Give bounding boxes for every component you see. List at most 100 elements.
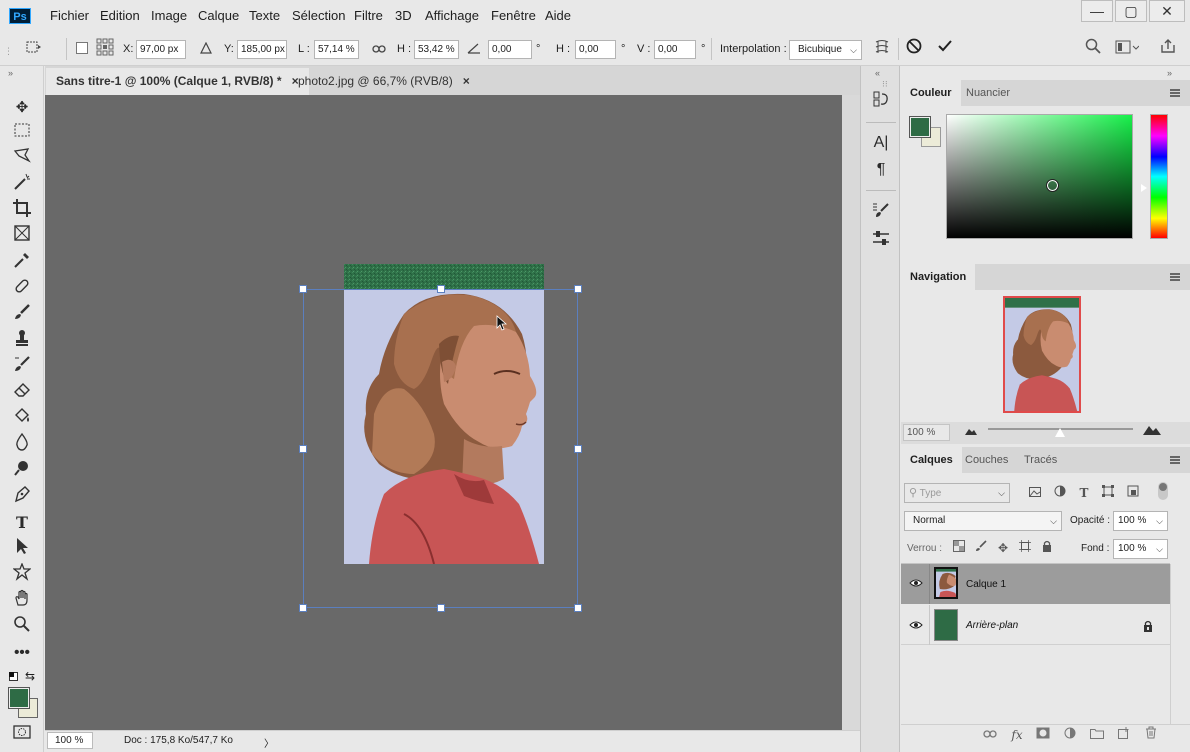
link-icon[interactable]: [368, 38, 390, 60]
paragraph-panel-icon[interactable]: ¶: [869, 158, 893, 182]
filter-smart-object-icon[interactable]: [1124, 484, 1142, 502]
vertical-skew-field[interactable]: 0,00: [654, 40, 696, 59]
link-layers-icon[interactable]: [981, 726, 999, 744]
layer-style-fx-icon[interactable]: fx: [1008, 726, 1026, 744]
menu-texte[interactable]: Texte: [242, 0, 287, 32]
transform-tool-icon[interactable]: [22, 38, 44, 60]
new-layer-icon[interactable]: [1115, 726, 1133, 744]
lock-all-icon[interactable]: [1038, 539, 1056, 557]
blur-tool-icon[interactable]: [8, 432, 36, 457]
filter-type-icon[interactable]: T: [1075, 484, 1093, 502]
y-position-field[interactable]: 185,00 px: [237, 40, 287, 59]
paint-bucket-tool-icon[interactable]: [8, 407, 36, 431]
menu-image[interactable]: Image: [144, 0, 194, 32]
slider-thumb-icon[interactable]: [1055, 428, 1065, 437]
cancel-transform-icon[interactable]: [903, 38, 925, 60]
warp-mode-icon[interactable]: [871, 38, 893, 60]
zoom-in-mountain-icon[interactable]: [1143, 425, 1161, 438]
menu-fichier[interactable]: Fichier: [43, 0, 96, 32]
pen-tool-icon[interactable]: [8, 485, 36, 509]
lock-artboard-icon[interactable]: [1016, 539, 1034, 557]
tab-nuancier[interactable]: Nuancier: [957, 80, 1019, 106]
type-tool-icon[interactable]: T: [8, 511, 36, 535]
interpolation-dropdown[interactable]: Bicubique ⌵: [789, 40, 862, 60]
transform-handle-bottom[interactable]: [437, 604, 445, 612]
filter-toggle-switch[interactable]: [1158, 482, 1168, 500]
lock-transparent-icon[interactable]: [950, 539, 968, 557]
panel-menu-icon[interactable]: [1170, 273, 1180, 281]
lasso-tool-icon[interactable]: [8, 147, 36, 171]
transform-handle-bottom-right[interactable]: [574, 604, 582, 612]
brush-tool-icon[interactable]: [8, 303, 36, 327]
workspace-icon[interactable]: [1112, 38, 1142, 60]
custom-shape-tool-icon[interactable]: [8, 562, 36, 587]
crop-tool-icon[interactable]: [8, 199, 36, 223]
healing-brush-tool-icon[interactable]: [8, 277, 36, 301]
hue-slider[interactable]: [1150, 114, 1168, 239]
menu-filtre[interactable]: Filtre: [347, 0, 390, 32]
transform-handle-bottom-left[interactable]: [299, 604, 307, 612]
zoom-out-mountain-icon[interactable]: [965, 426, 977, 438]
character-panel-icon[interactable]: A|: [869, 131, 893, 155]
trash-icon[interactable]: [1142, 726, 1160, 744]
reference-point-checkbox[interactable]: [76, 42, 88, 54]
dodge-tool-icon[interactable]: [8, 459, 36, 483]
width-percent-field[interactable]: 57,14 %: [314, 40, 359, 59]
layer-filter-dropdown[interactable]: ⚲ Type ⌵: [904, 483, 1010, 503]
filter-pixel-icon[interactable]: [1026, 484, 1044, 502]
visibility-eye-icon[interactable]: [909, 578, 923, 591]
lock-position-icon[interactable]: ✥: [994, 539, 1012, 557]
tab-traces[interactable]: Tracés: [1015, 447, 1066, 473]
transform-bounding-box[interactable]: [303, 289, 578, 608]
tab-navigation[interactable]: Navigation: [901, 264, 976, 290]
layers-scrollbar[interactable]: [1170, 564, 1185, 724]
color-saturation-field[interactable]: [946, 114, 1133, 239]
restore-button[interactable]: ▢: [1115, 0, 1147, 22]
foreground-color-swatch[interactable]: [8, 687, 30, 709]
tab-photo2[interactable]: photo2.jpg @ 66,7% (RVB/8) ×: [288, 68, 480, 95]
relative-position-icon[interactable]: [195, 38, 217, 60]
blend-mode-dropdown[interactable]: Normal ⌵: [904, 511, 1062, 531]
search-icon[interactable]: [1082, 38, 1104, 60]
visibility-eye-icon[interactable]: [909, 620, 923, 633]
eraser-tool-icon[interactable]: [8, 381, 36, 405]
share-icon[interactable]: [1157, 38, 1179, 60]
navigator-thumbnail[interactable]: [1003, 296, 1081, 413]
menu-affichage[interactable]: Affichage: [418, 0, 486, 32]
zoom-tool-icon[interactable]: [8, 615, 36, 639]
transform-handle-left[interactable]: [299, 445, 307, 453]
filter-shape-icon[interactable]: [1099, 484, 1117, 502]
collapse-arrows-icon[interactable]: »: [1167, 68, 1172, 78]
tab-sans-titre-1[interactable]: Sans titre-1 @ 100% (Calque 1, RVB/8) * ×: [46, 68, 309, 95]
foreground-color-swatch[interactable]: [909, 116, 931, 138]
layer-name-arriere-plan[interactable]: Arrière-plan: [966, 620, 1018, 631]
reference-point-icon[interactable]: [94, 38, 116, 60]
brush-settings-icon[interactable]: [869, 201, 893, 225]
clone-stamp-tool-icon[interactable]: [8, 329, 36, 353]
tab-couches[interactable]: Couches: [956, 447, 1017, 473]
navigator-zoom-field[interactable]: 100 %: [903, 424, 950, 441]
height-percent-field[interactable]: 53,42 %: [414, 40, 459, 59]
collapse-arrows-icon[interactable]: «: [875, 68, 880, 78]
filter-adjustment-icon[interactable]: [1051, 484, 1069, 502]
add-mask-icon[interactable]: [1034, 726, 1052, 744]
transform-handle-top-right[interactable]: [574, 285, 582, 293]
move-tool-icon[interactable]: ✥: [8, 96, 36, 120]
menu-fenetre[interactable]: Fenêtre: [484, 0, 543, 32]
layer-name-calque-1[interactable]: Calque 1: [966, 579, 1006, 590]
more-tools-icon[interactable]: •••: [8, 641, 36, 665]
close-window-button[interactable]: ✕: [1149, 0, 1185, 22]
history-brush-tool-icon[interactable]: [8, 355, 36, 379]
opacity-field[interactable]: 100 % ⌵: [1113, 511, 1168, 531]
transform-handle-right[interactable]: [574, 445, 582, 453]
vertical-scrollbar[interactable]: [842, 95, 860, 730]
panel-menu-icon[interactable]: [1170, 456, 1180, 464]
x-position-field[interactable]: 97,00 px: [136, 40, 186, 59]
collapse-arrows-icon[interactable]: »: [8, 68, 13, 78]
tab-couleur[interactable]: Couleur: [901, 80, 961, 106]
horizontal-skew-field[interactable]: 0,00: [575, 40, 616, 59]
menu-3d[interactable]: 3D: [388, 0, 419, 32]
tab-calques[interactable]: Calques: [901, 447, 962, 473]
status-menu-arrow[interactable]: 〉: [264, 735, 274, 750]
menu-calque[interactable]: Calque: [191, 0, 246, 32]
